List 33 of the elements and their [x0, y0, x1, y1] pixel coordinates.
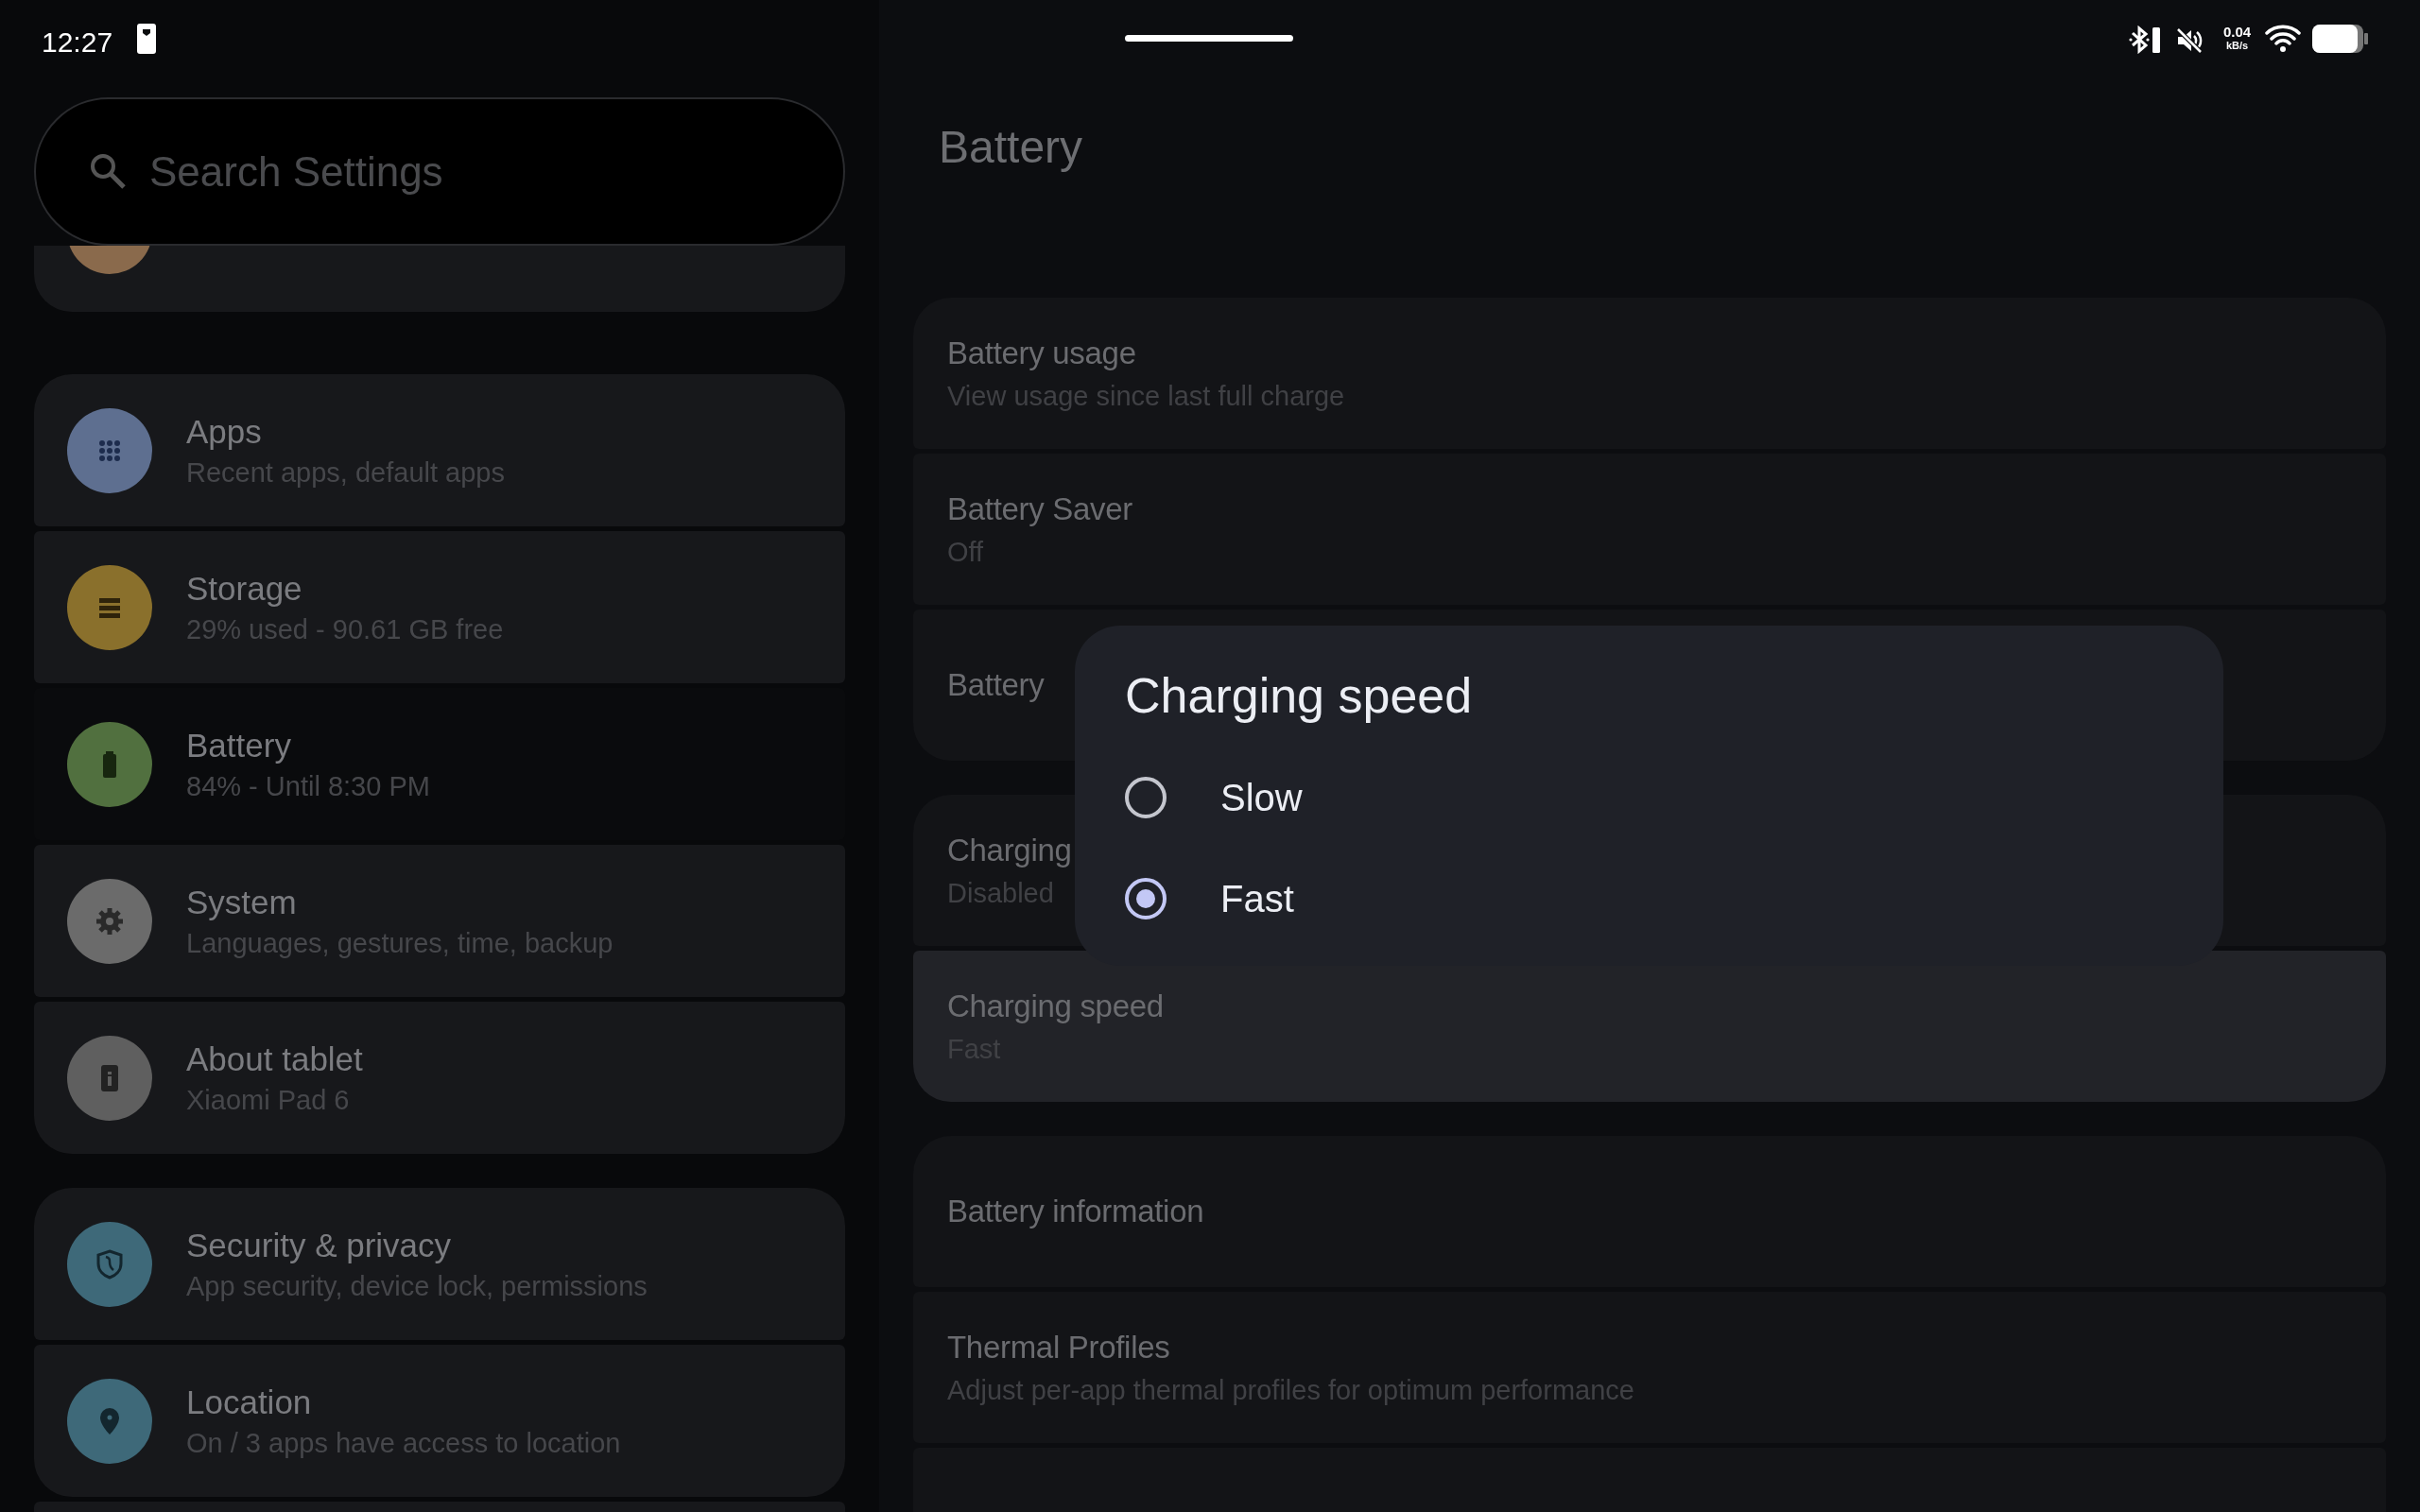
battery-icon [2312, 25, 2369, 53]
row-title: Thermal Profiles [947, 1329, 1170, 1367]
radio-option[interactable]: Fast [1125, 848, 1313, 949]
clock: 12:27 [42, 26, 113, 60]
item-title: Apps [186, 411, 263, 452]
radio-option[interactable]: Slow [1125, 747, 1322, 848]
settings-row[interactable]: Battery information [913, 1136, 2386, 1287]
item-title: Battery [186, 725, 292, 765]
item-title: Storage [186, 568, 303, 609]
mute-icon [2176, 27, 2203, 54]
sim-card-icon [137, 24, 156, 54]
row-title: Battery Saver [947, 490, 1133, 529]
page-title: Battery [939, 125, 1084, 170]
row-title: Battery information [947, 1193, 1204, 1231]
settings-card[interactable] [34, 246, 845, 312]
item-title: Security & privacy [186, 1225, 453, 1265]
bluetooth-icon [2129, 26, 2161, 54]
radio-button[interactable] [1125, 776, 1167, 818]
search-field[interactable]: Search Settings [34, 97, 845, 246]
wifi-icon [2265, 25, 2301, 53]
row-title: Charging speed [947, 988, 1164, 1026]
item-subtitle: 84% - Until 8:30 PM [186, 770, 430, 804]
network-speed-unit: kB/s [2225, 41, 2249, 51]
search-icon [89, 152, 127, 190]
item-title: Location [186, 1382, 313, 1422]
row-title: Battery usage [947, 335, 1136, 373]
radio-button[interactable] [1125, 877, 1167, 919]
network-speed: 0.04 [2223, 25, 2252, 39]
item-title: About tablet [186, 1039, 363, 1079]
row-title: Charging [947, 832, 1072, 870]
item-title: System [186, 882, 298, 922]
navigation-handle[interactable] [1125, 35, 1293, 42]
row-title: Battery [947, 666, 1045, 705]
